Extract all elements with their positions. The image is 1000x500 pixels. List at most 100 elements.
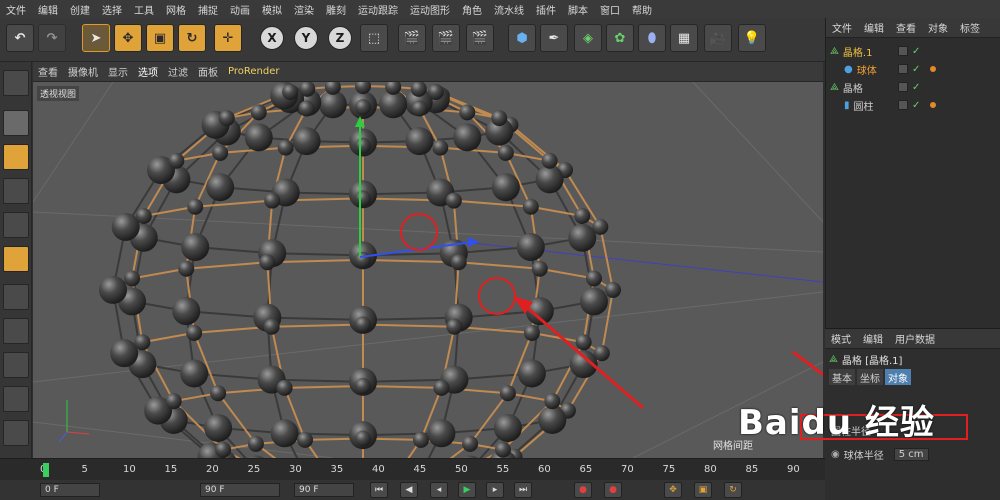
preview-end-field[interactable]: 90 F: [294, 483, 354, 497]
prev-frame-button[interactable]: ◂: [430, 482, 448, 498]
current-frame-marker[interactable]: [43, 463, 49, 477]
enable-check-icon[interactable]: ✓: [912, 46, 920, 57]
sphere-radius-field[interactable]: ◉ 球体半径 5 cm: [831, 447, 929, 462]
sphere-radius-value[interactable]: 5 cm: [893, 448, 929, 461]
menu-item-15[interactable]: 插件: [530, 2, 562, 17]
play-button[interactable]: ▶: [458, 482, 476, 498]
menu-item-11[interactable]: 运动跟踪: [352, 2, 404, 17]
texture-mode-button[interactable]: [3, 110, 29, 136]
enable-check-icon[interactable]: ✓: [912, 82, 920, 93]
render-view-button[interactable]: 🎬: [398, 24, 426, 52]
viewport-menu-prorender[interactable]: ProRender: [223, 66, 284, 77]
viewport-menu-options[interactable]: 选项: [133, 64, 163, 79]
end-frame-field[interactable]: 90 F: [200, 483, 280, 497]
x-axis-lock-button[interactable]: X: [260, 26, 284, 50]
visibility-toggle[interactable]: [898, 82, 908, 92]
am-menu-mode[interactable]: 模式: [825, 331, 857, 346]
tab-object[interactable]: 对象: [885, 369, 911, 385]
subdivision-button[interactable]: ◈: [574, 24, 602, 52]
snap-button[interactable]: [3, 352, 29, 378]
menu-item-1[interactable]: 编辑: [32, 2, 64, 17]
viewport-menu-display[interactable]: 显示: [103, 64, 133, 79]
enable-check-icon[interactable]: ✓: [912, 100, 920, 111]
select-tool-button[interactable]: ➤: [82, 24, 110, 52]
key-position-button[interactable]: ✥: [664, 482, 682, 498]
record-button[interactable]: ●: [574, 482, 592, 498]
tab-basic[interactable]: 基本: [829, 369, 855, 385]
polygons-mode-button[interactable]: [3, 246, 29, 272]
scale-tool-button[interactable]: ▣: [146, 24, 174, 52]
menu-item-7[interactable]: 动画: [224, 2, 256, 17]
deformer-button[interactable]: ⬮: [638, 24, 666, 52]
live-select-button[interactable]: ✛: [214, 24, 242, 52]
enable-check-icon[interactable]: ✓: [912, 64, 920, 75]
tree-item-cylinder[interactable]: ▮ 圆柱 ✓: [826, 96, 1000, 114]
y-axis-lock-button[interactable]: Y: [294, 26, 318, 50]
points-mode-button[interactable]: [3, 178, 29, 204]
radio-icon[interactable]: ◉: [831, 449, 840, 460]
am-menu-edit[interactable]: 编辑: [857, 331, 889, 346]
undo-button[interactable]: ↶: [6, 24, 34, 52]
move-tool-button[interactable]: ✥: [114, 24, 142, 52]
menu-item-9[interactable]: 渲染: [288, 2, 320, 17]
tree-item-lattice-1[interactable]: ⟁ 晶格.1 ✓: [826, 42, 1000, 60]
tweak-mode-button[interactable]: [3, 318, 29, 344]
menu-item-18[interactable]: 帮助: [626, 2, 658, 17]
om-menu-objects[interactable]: 对象: [922, 20, 954, 35]
floor-button[interactable]: ▦: [670, 24, 698, 52]
viewport-menu-panel[interactable]: 面板: [193, 64, 223, 79]
menu-item-12[interactable]: 运动图形: [404, 2, 456, 17]
om-menu-view[interactable]: 查看: [890, 20, 922, 35]
timeline[interactable]: 051015202530354045505560657075808590: [0, 458, 825, 480]
rotate-tool-button[interactable]: ↻: [178, 24, 206, 52]
tree-item-lattice[interactable]: ⟁ 晶格 ✓: [826, 78, 1000, 96]
key-rotation-button[interactable]: ↻: [724, 482, 742, 498]
prev-key-button[interactable]: ◀: [400, 482, 418, 498]
paint-button[interactable]: [3, 386, 29, 412]
perspective-viewport[interactable]: 透视视图 网格间距: [33, 82, 823, 458]
om-menu-tags[interactable]: 标签: [954, 20, 986, 35]
visibility-toggle[interactable]: [898, 46, 908, 56]
viewport-menu-view[interactable]: 查看: [33, 64, 63, 79]
menu-item-0[interactable]: 文件: [0, 2, 32, 17]
render-settings-button[interactable]: 🎬: [466, 24, 494, 52]
menu-item-13[interactable]: 角色: [456, 2, 488, 17]
key-scale-button[interactable]: ▣: [694, 482, 712, 498]
camera-button[interactable]: 🎥: [704, 24, 732, 52]
viewport-menu-filter[interactable]: 过滤: [163, 64, 193, 79]
visibility-toggle[interactable]: [898, 100, 908, 110]
tab-coord[interactable]: 坐标: [857, 369, 883, 385]
workplane-mode-button[interactable]: [3, 144, 29, 170]
go-to-start-button[interactable]: ⏮: [370, 482, 388, 498]
menu-item-16[interactable]: 脚本: [562, 2, 594, 17]
menu-item-5[interactable]: 网格: [160, 2, 192, 17]
z-axis-lock-button[interactable]: Z: [328, 26, 352, 50]
menu-item-10[interactable]: 雕刻: [320, 2, 352, 17]
coordinate-system-button[interactable]: ⬚: [360, 24, 388, 52]
tree-item-sphere[interactable]: ● 球体 ✓: [826, 60, 1000, 78]
start-frame-field[interactable]: 0 F: [40, 483, 100, 497]
menu-item-17[interactable]: 窗口: [594, 2, 626, 17]
am-menu-userdata[interactable]: 用户数据: [889, 331, 941, 346]
model-mode-button[interactable]: [3, 70, 29, 96]
cube-primitive-button[interactable]: ⬢: [508, 24, 536, 52]
menu-item-3[interactable]: 选择: [96, 2, 128, 17]
next-frame-button[interactable]: ▸: [486, 482, 504, 498]
menu-item-2[interactable]: 创建: [64, 2, 96, 17]
axis-mode-button[interactable]: [3, 284, 29, 310]
material-tag-icon[interactable]: [930, 66, 936, 72]
viewport-menu-camera[interactable]: 摄像机: [63, 64, 103, 79]
visibility-toggle[interactable]: [898, 64, 908, 74]
cloner-button[interactable]: ✿: [606, 24, 634, 52]
menu-item-6[interactable]: 捕捉: [192, 2, 224, 17]
light-button[interactable]: 💡: [738, 24, 766, 52]
material-tag-icon[interactable]: [930, 102, 936, 108]
edges-mode-button[interactable]: [3, 212, 29, 238]
magnet-button[interactable]: [3, 420, 29, 446]
timeline-ruler[interactable]: 051015202530354045505560657075808590: [40, 461, 820, 479]
menu-item-4[interactable]: 工具: [128, 2, 160, 17]
autokey-button[interactable]: ●: [604, 482, 622, 498]
go-to-end-button[interactable]: ⏭: [514, 482, 532, 498]
pen-tool-button[interactable]: ✒: [540, 24, 568, 52]
redo-button[interactable]: ↷: [38, 24, 66, 52]
